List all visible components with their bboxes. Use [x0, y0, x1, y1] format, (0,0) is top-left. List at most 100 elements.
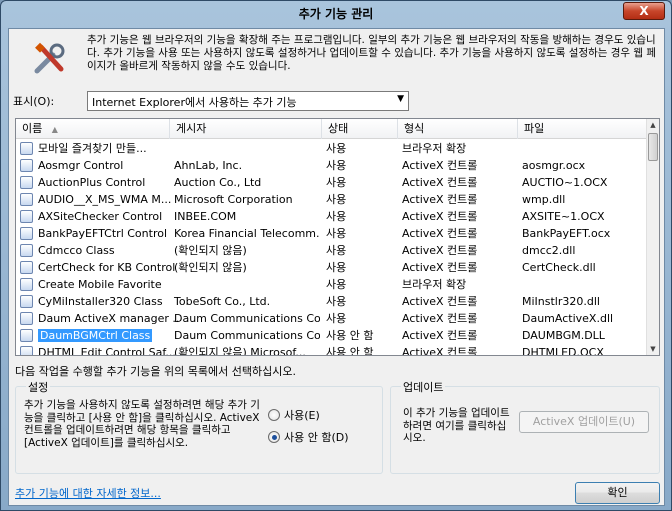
- vertical-scrollbar[interactable]: ▲ ▼: [646, 119, 659, 355]
- table-row[interactable]: 모바일 즐겨찾기 만들... 사용 브라우저 확장: [16, 140, 648, 157]
- addon-list[interactable]: 이름 ▲ 게시자 상태 형식 파일 모바일 즐겨찾기 만들... 사용 브라우저 확…: [15, 118, 660, 356]
- addon-icon: [20, 295, 33, 308]
- type-cell: ActiveX 컨트롤: [402, 176, 478, 189]
- addon-name-cell: AUDIO__X_MS_WMA M...: [38, 193, 172, 206]
- file-cell: aosmgr.ocx: [522, 159, 586, 172]
- status-cell: 사용: [326, 142, 347, 155]
- addon-icon: [20, 312, 33, 325]
- addon-icon: [20, 346, 33, 355]
- publisher-cell: AhnLab, Inc.: [174, 159, 243, 172]
- scroll-thumb[interactable]: [648, 133, 658, 161]
- type-cell: ActiveX 컨트롤: [402, 193, 478, 206]
- addon-name-cell: CyMiInstaller320 Class: [38, 295, 163, 308]
- table-row[interactable]: DHTML Edit Control Saf... (확인되지 않음) Micro…: [16, 344, 648, 356]
- status-cell: 사용: [326, 278, 347, 291]
- table-row[interactable]: AUDIO__X_MS_WMA M... Microsoft Corporatio…: [16, 191, 648, 208]
- type-cell: ActiveX 컨트롤: [402, 244, 478, 257]
- show-label: 표시(O):: [13, 95, 55, 108]
- status-cell: 사용: [326, 295, 347, 308]
- type-cell: ActiveX 컨트롤: [402, 295, 478, 308]
- table-row[interactable]: CertCheck for KB Control (확인되지 않음) 사용 Activ…: [16, 259, 648, 276]
- type-cell: ActiveX 컨트롤: [402, 227, 478, 240]
- column-header-file[interactable]: 파일: [518, 119, 648, 139]
- addon-name-cell: Cdmcco Class: [38, 244, 115, 257]
- publisher-cell: TobeSoft Co., Ltd.: [174, 295, 271, 308]
- addon-name-cell: AuctionPlus Control: [38, 176, 146, 189]
- close-button[interactable]: X: [623, 2, 665, 20]
- status-cell: 사용: [326, 159, 347, 172]
- publisher-cell: INBEE.COM: [174, 210, 237, 223]
- type-cell: ActiveX 컨트롤: [402, 329, 478, 342]
- addon-rows: 모바일 즐겨찾기 만들... 사용 브라우저 확장 Aosmgr Control Ahn…: [16, 140, 648, 356]
- activex-update-button[interactable]: ActiveX 업데이트(U): [519, 411, 649, 433]
- addon-name-cell: AXSiteChecker Control: [38, 210, 163, 223]
- table-row[interactable]: CyMiInstaller320 Class TobeSoft Co., Ltd.…: [16, 293, 648, 310]
- type-cell: ActiveX 컨트롤: [402, 159, 478, 172]
- addon-icon: [20, 210, 33, 223]
- description-text: 추가 기능은 웹 브라우저의 기능을 확장해 주는 프로그램입니다. 일부의 추…: [87, 34, 657, 72]
- publisher-cell: Auction Co., Ltd: [174, 176, 262, 189]
- file-cell: dmcc2.dll: [522, 244, 576, 257]
- addon-name-cell: DaumBGMCtrl Class: [38, 329, 153, 342]
- sort-ascending-icon: ▲: [51, 125, 58, 134]
- table-row[interactable]: Create Mobile Favorite 사용 브라우저 확장: [16, 276, 648, 293]
- table-row[interactable]: Daum ActiveX manager ... Daum Communicati…: [16, 310, 648, 327]
- addon-name-cell: Create Mobile Favorite: [38, 278, 162, 291]
- file-cell: AUCTIO~1.OCX: [522, 176, 608, 189]
- addon-name-cell: 모바일 즐겨찾기 만들...: [38, 142, 147, 155]
- status-cell: 사용: [326, 312, 347, 325]
- addon-icon: [20, 176, 33, 189]
- addon-name-cell: BankPayEFTCtrl Control: [38, 227, 168, 240]
- more-info-link[interactable]: 추가 기능에 대한 자세한 정보...: [15, 485, 161, 501]
- addon-icon: [20, 159, 33, 172]
- file-cell: BankPayEFT.ocx: [522, 227, 611, 240]
- file-cell: DAUMBGM.DLL: [522, 329, 605, 342]
- type-cell: ActiveX 컨트롤: [402, 210, 478, 223]
- radio-on-icon: [268, 431, 280, 443]
- update-title: 업데이트: [401, 379, 446, 395]
- file-cell: wmp.dll: [522, 193, 566, 206]
- publisher-cell: (확인되지 않음) Microsof...: [174, 346, 306, 356]
- addon-name-cell: Daum ActiveX manager ...: [38, 312, 180, 325]
- column-header-publisher[interactable]: 게시자: [170, 119, 322, 139]
- table-row[interactable]: AuctionPlus Control Auction Co., Ltd 사용 Act…: [16, 174, 648, 191]
- addon-name-cell: CertCheck for KB Control: [38, 261, 176, 274]
- publisher-cell: Daum Communications Corp.: [174, 329, 320, 342]
- table-row[interactable]: Aosmgr Control AhnLab, Inc. 사용 ActiveX 컨트롤 a…: [16, 157, 648, 174]
- column-header-status[interactable]: 상태: [322, 119, 398, 139]
- file-cell: AXSITE~1.OCX: [522, 210, 605, 223]
- addon-manager-window: 추가 기능 관리 X 추가 기능은 웹 브라우저의 기능을 확장해 주는 프로그…: [0, 0, 672, 511]
- file-cell: MiInstlr320.dll: [522, 295, 600, 308]
- table-row[interactable]: AXSiteChecker Control INBEE.COM 사용 ActiveX …: [16, 208, 648, 225]
- settings-group: 설정 추가 기능을 사용하지 않도록 설정하려면 해당 추가 기능을 클릭하고 …: [15, 379, 383, 474]
- type-cell: ActiveX 컨트롤: [402, 312, 478, 325]
- column-header-name[interactable]: 이름 ▲: [16, 119, 170, 139]
- addon-icon: [20, 261, 33, 274]
- show-dropdown[interactable]: Internet Explorer에서 사용하는 추가 기능 ▼: [87, 91, 409, 111]
- table-row[interactable]: DaumBGMCtrl Class Daum Communications Cor…: [16, 327, 648, 344]
- settings-text: 추가 기능을 사용하지 않도록 설정하려면 해당 추가 기능을 클릭하고 [사용…: [24, 399, 260, 449]
- status-cell: 사용: [326, 210, 347, 223]
- scroll-down-icon[interactable]: ▼: [647, 343, 659, 355]
- type-cell: ActiveX 컨트롤: [402, 346, 478, 356]
- radio-off-icon: [268, 409, 280, 421]
- show-dropdown-value: Internet Explorer에서 사용하는 추가 기능: [92, 96, 297, 109]
- scroll-up-icon[interactable]: ▲: [647, 119, 659, 131]
- chevron-down-icon: ▼: [397, 94, 404, 104]
- addon-icon: [20, 142, 33, 155]
- table-row[interactable]: Cdmcco Class (확인되지 않음) 사용 ActiveX 컨트롤 dmcc2.…: [16, 242, 648, 259]
- addon-name-cell: DHTML Edit Control Saf...: [38, 346, 176, 356]
- enable-radio[interactable]: 사용(E): [268, 407, 320, 423]
- disable-radio[interactable]: 사용 안 함(D): [268, 429, 349, 445]
- ok-button[interactable]: 확인: [575, 482, 660, 504]
- status-cell: 사용: [326, 176, 347, 189]
- column-header-type[interactable]: 형식: [398, 119, 518, 139]
- addon-icon: [20, 227, 33, 240]
- status-cell: 사용: [326, 193, 347, 206]
- addon-tools-icon: [34, 42, 65, 74]
- dialog-body: 추가 기능은 웹 브라우저의 기능을 확장해 주는 프로그램입니다. 일부의 추…: [8, 28, 665, 506]
- column-header-row: 이름 ▲ 게시자 상태 형식 파일: [16, 119, 648, 139]
- status-cell: 사용: [326, 261, 347, 274]
- publisher-cell: (확인되지 않음): [174, 261, 247, 274]
- table-row[interactable]: BankPayEFTCtrl Control Korea Financial Te…: [16, 225, 648, 242]
